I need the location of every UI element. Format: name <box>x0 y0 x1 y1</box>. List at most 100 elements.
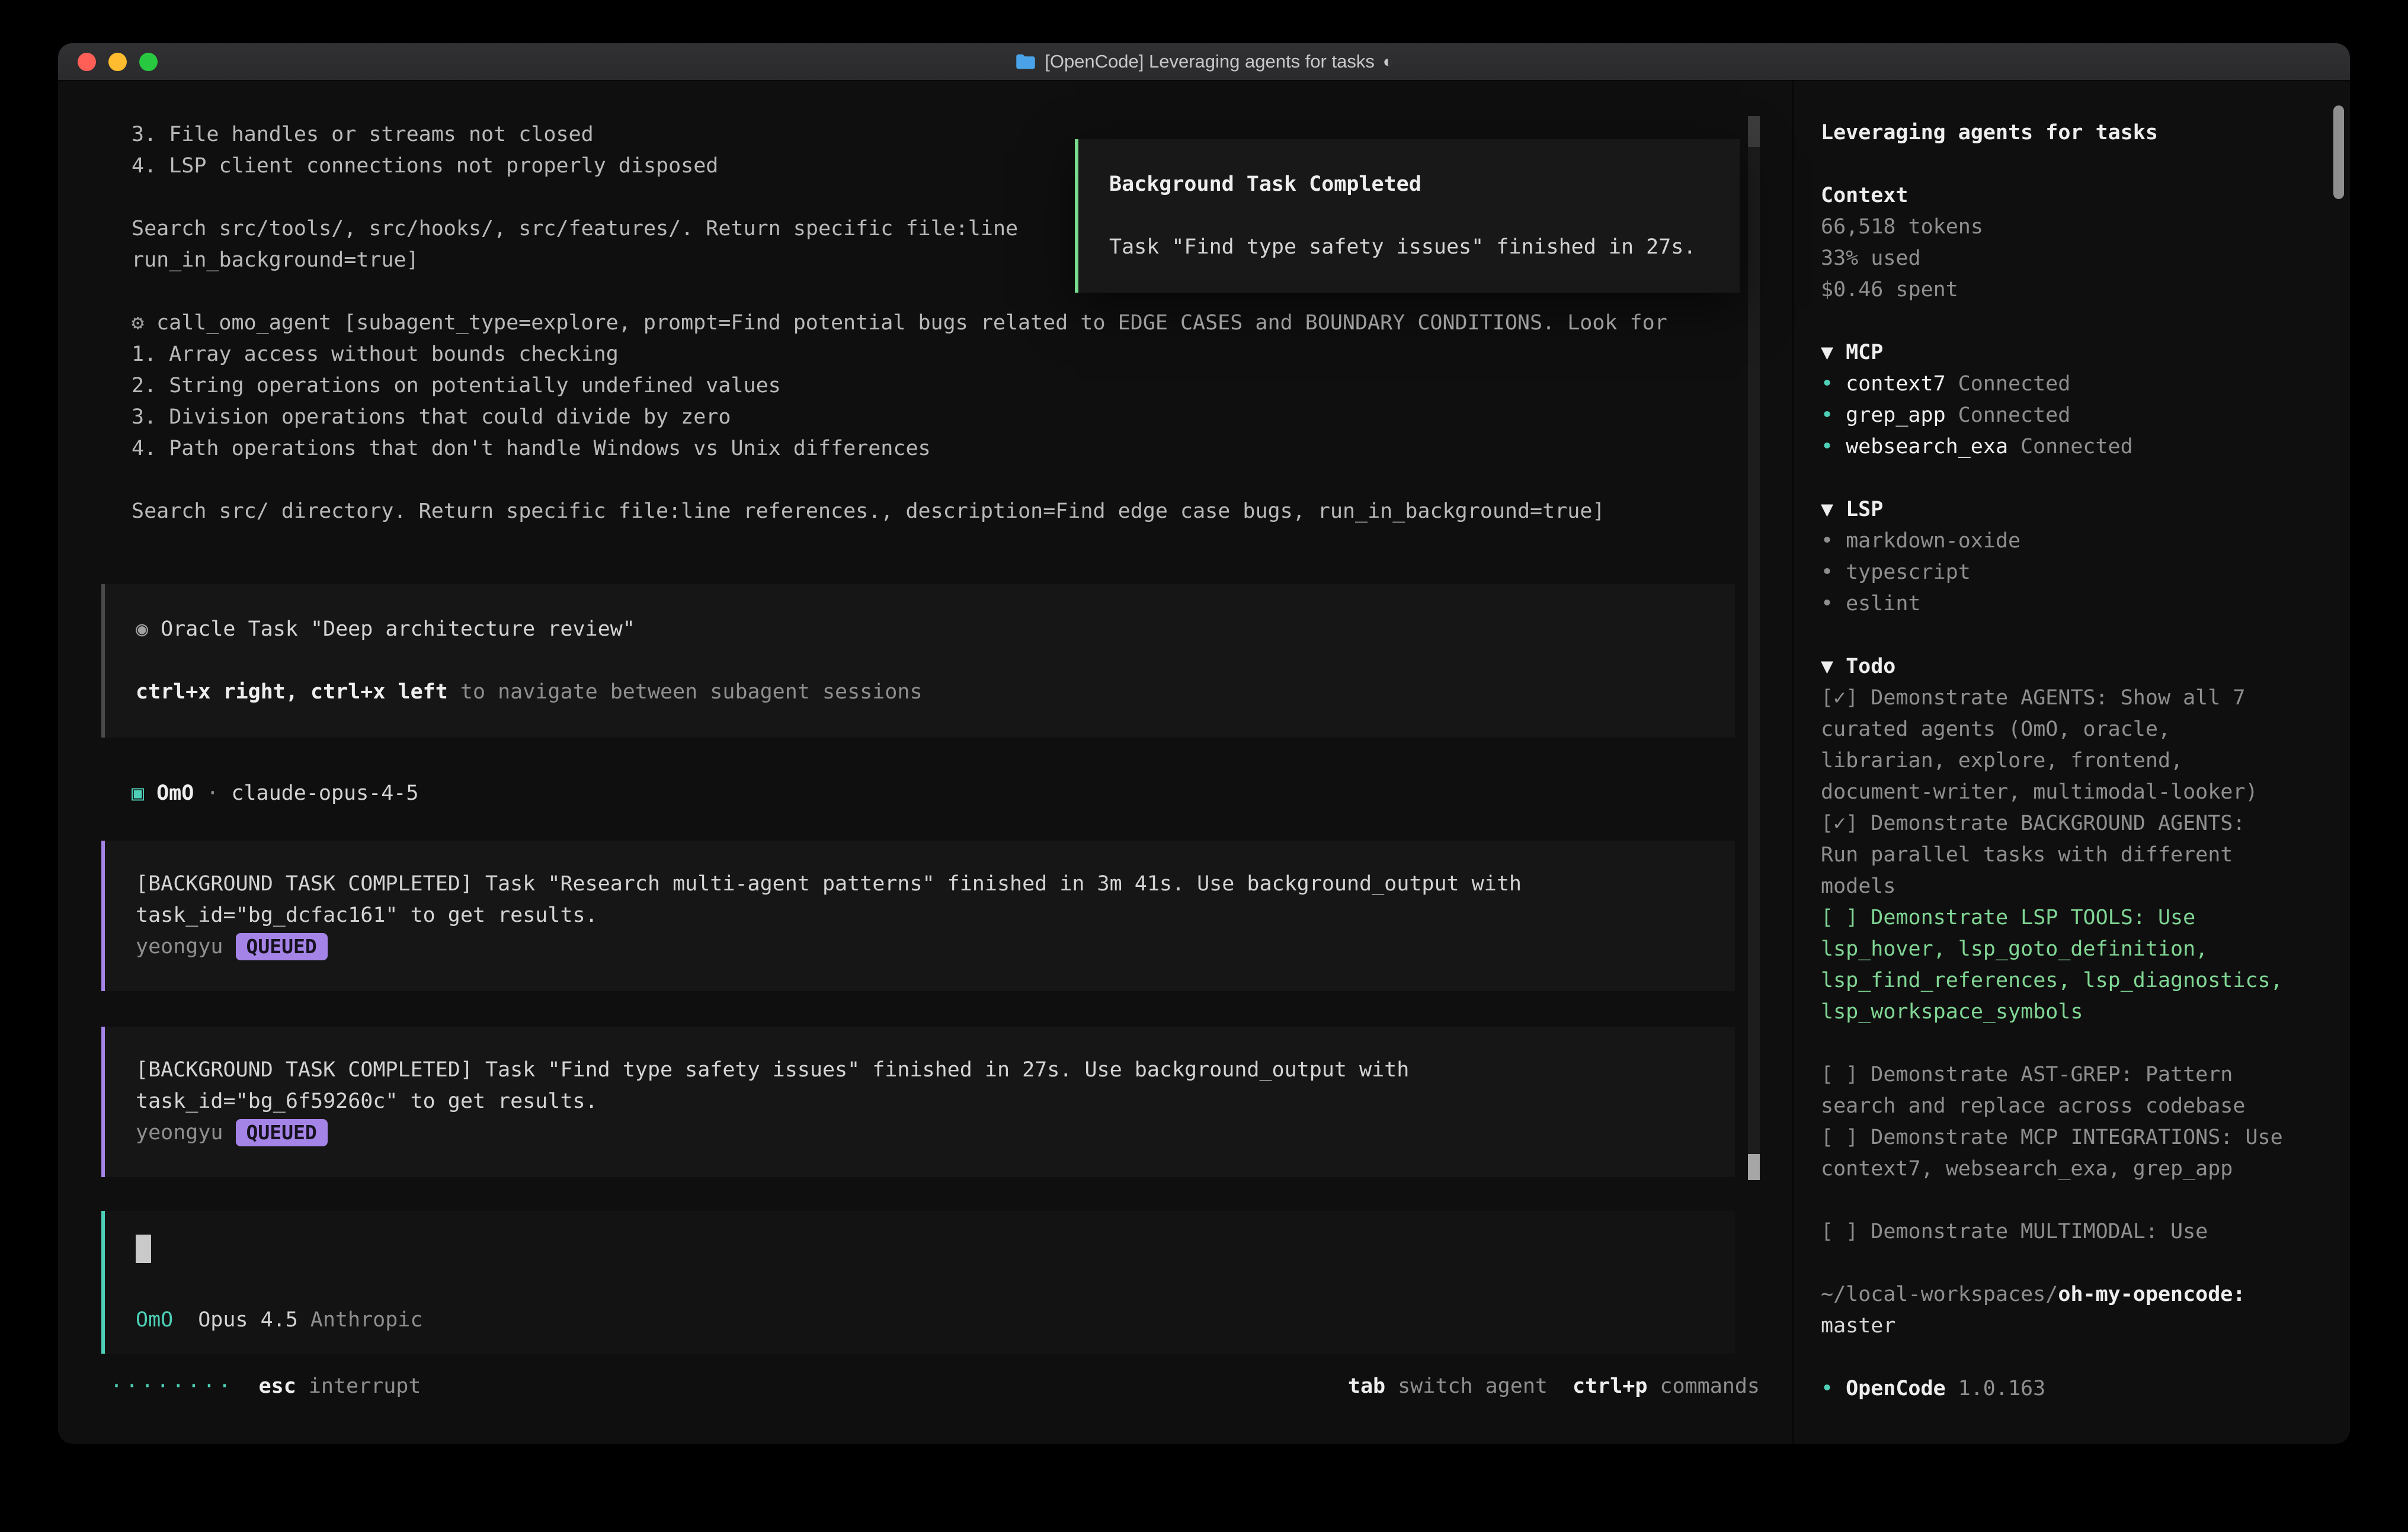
todo-checkbox: [ ] <box>1821 1063 1858 1086</box>
status-badge: QUEUED <box>236 1119 328 1146</box>
task-user: yeongyu <box>136 935 223 959</box>
background-task-message: [BACKGROUND TASK COMPLETED] Task "Resear… <box>101 841 1735 991</box>
todo-item: [ ] Demonstrate MCP INTEGRATIONS: Use co… <box>1821 1122 2292 1185</box>
sidebar-scrollbar-thumb[interactable] <box>2333 105 2344 199</box>
chevron-down-icon: ▼ <box>1821 498 1833 521</box>
esc-label: interrupt <box>309 1374 421 1398</box>
esc-key-hint: esc <box>259 1374 296 1398</box>
text-cursor <box>136 1235 151 1263</box>
minimize-button[interactable] <box>108 53 127 71</box>
todo-item: [ ] Demonstrate MULTIMODAL: Use <box>1821 1216 2292 1248</box>
bullet-icon: • <box>1821 592 1833 616</box>
mcp-item: •context7Connected <box>1821 368 2292 400</box>
agent-name: OmO <box>156 781 194 805</box>
chevron-down-icon: ▼ <box>1821 341 1833 364</box>
status-badge: QUEUED <box>236 933 328 960</box>
traffic-lights <box>78 53 158 71</box>
branch-name: master <box>1821 1314 1895 1338</box>
notification-title: Background Task Completed <box>1109 169 1722 200</box>
todo-item: [✓] Demonstrate BACKGROUND AGENTS: Run p… <box>1821 808 2292 902</box>
task-message-line: [BACKGROUND TASK COMPLETED] Task "Resear… <box>136 868 1711 900</box>
zoom-button[interactable] <box>139 53 158 71</box>
todo-item: [✓] Demonstrate AGENTS: Show all 7 curat… <box>1821 682 2292 808</box>
todo-text: Demonstrate AST-GREP: Pattern search and… <box>1821 1063 2245 1118</box>
prompt-input[interactable]: OmO Opus 4.5 Anthropic <box>101 1211 1735 1354</box>
background-task-message: [BACKGROUND TASK COMPLETED] Task "Find t… <box>101 1027 1735 1177</box>
bullet-icon: • <box>1821 372 1833 396</box>
todo-text: Demonstrate AGENTS: Show all 7 curated a… <box>1821 686 2258 804</box>
bullet-icon: • <box>1821 435 1833 459</box>
log-line: Search src/ directory. Return specific f… <box>58 496 1792 527</box>
titlebar: [OpenCode] Leveraging agents for tasks ◐ <box>58 43 2350 81</box>
recording-icon: ◐ <box>1383 52 1393 71</box>
todo-checkbox: [ ] <box>1821 1126 1858 1149</box>
log-line: 3. Division operations that could divide… <box>58 402 1792 433</box>
repo-name: oh-my-opencode: <box>2058 1283 2245 1306</box>
folder-icon <box>1015 53 1036 70</box>
close-button[interactable] <box>78 53 96 71</box>
statusbar-left: ········ esc interrupt <box>110 1371 421 1402</box>
app-name: OpenCode <box>1846 1377 1946 1400</box>
todo-checkbox: [ ] <box>1821 906 1858 930</box>
lsp-section-header[interactable]: ▼ LSP <box>1821 494 2292 525</box>
input-provider: Anthropic <box>310 1308 423 1332</box>
mcp-section-header[interactable]: ▼ MCP <box>1821 337 2292 368</box>
todo-checkbox: [✓] <box>1821 812 1858 835</box>
spinner: ········ <box>110 1374 234 1398</box>
gear-icon: ⚙ <box>132 311 144 335</box>
statusbar: ········ esc interrupt tab switch agent ctrl… <box>110 1371 1760 1402</box>
statusbar-right: tab switch agent ctrl+p commands <box>1348 1371 1760 1402</box>
mcp-item-name: grep_app <box>1846 403 1946 427</box>
hint-keys: ctrl+x right, ctrl+x left <box>136 680 448 704</box>
input-model-line: OmO Opus 4.5 Anthropic <box>136 1305 1711 1336</box>
log-line: 1. Array access without bounds checking <box>58 339 1792 370</box>
tool-call-text: call_omo_agent [subagent_type=explore, p… <box>156 311 1667 335</box>
bullet-icon: • <box>1821 529 1833 553</box>
agent-header: ▣OmO·claude-opus-4-5 <box>58 778 1792 809</box>
terminal-main: 3. File handles or streams not closed 4.… <box>58 81 1792 1444</box>
log-line: 4. Path operations that don't handle Win… <box>58 433 1792 464</box>
tab-key-hint: tab <box>1348 1374 1385 1398</box>
task-message-line: task_id="bg_6f59260c" to get results. <box>136 1086 1711 1117</box>
todo-text: Demonstrate MULTIMODAL: Use <box>1871 1220 2208 1243</box>
oracle-task-panel: ◉Oracle Task "Deep architecture review" … <box>101 584 1735 738</box>
opencode-version: • OpenCode 1.0.163 <box>1821 1373 2292 1405</box>
sidebar: Leveraging agents for tasks Context 66,5… <box>1792 81 2350 1444</box>
input-agent-name: OmO <box>136 1308 173 1332</box>
task-icon: ◉ <box>136 617 148 641</box>
notification-toast[interactable]: Background Task Completed Task "Find typ… <box>1075 139 1740 293</box>
mcp-item-status: Connected <box>2020 435 2133 459</box>
mcp-item: •grep_appConnected <box>1821 400 2292 431</box>
main-scrollbar[interactable] <box>1748 116 1760 1180</box>
scrollbar-thumb[interactable] <box>1748 1154 1760 1180</box>
task-message-line: task_id="bg_dcfac161" to get results. <box>136 900 1711 931</box>
cmd-label: commands <box>1660 1374 1760 1398</box>
input-line[interactable] <box>136 1235 1711 1263</box>
hint-text: to navigate between subagent sessions <box>448 680 923 704</box>
separator-dot: · <box>206 781 219 805</box>
todo-section-header[interactable]: ▼ Todo <box>1821 651 2292 682</box>
todo-heading: Todo <box>1846 655 1895 678</box>
input-model-name: Opus 4.5 <box>198 1308 298 1332</box>
chevron-down-icon: ▼ <box>1821 655 1833 678</box>
session-title: Leveraging agents for tasks <box>1821 117 2292 149</box>
window-title-text: [OpenCode] Leveraging agents for tasks <box>1045 51 1375 72</box>
lsp-item-name: eslint <box>1846 592 1920 616</box>
context-heading: Context <box>1821 180 2292 211</box>
todo-text: Demonstrate MCP INTEGRATIONS: Use contex… <box>1821 1126 2283 1181</box>
agent-model: claude-opus-4-5 <box>231 781 418 805</box>
tab-label: switch agent <box>1398 1374 1548 1398</box>
context-used: 33% used <box>1821 243 2292 274</box>
todo-item: [ ] Demonstrate AST-GREP: Pattern search… <box>1821 1059 2292 1122</box>
lsp-heading: LSP <box>1846 498 1883 521</box>
mcp-heading: MCP <box>1846 341 1883 364</box>
workspace-path: ~/local-workspaces/oh-my-opencode: maste… <box>1821 1279 2292 1342</box>
app-version: 1.0.163 <box>1958 1377 2046 1400</box>
todo-item-active: [ ] Demonstrate LSP TOOLS: Use lsp_hover… <box>1821 902 2292 1028</box>
mcp-item-name: context7 <box>1846 372 1946 396</box>
todo-text: Demonstrate BACKGROUND AGENTS: Run paral… <box>1821 812 2245 898</box>
mcp-item-status: Connected <box>1958 403 2071 427</box>
tool-call-line: ⚙ call_omo_agent [subagent_type=explore, … <box>58 307 1792 339</box>
bullet-icon: • <box>1821 1377 1833 1400</box>
cmd-key-hint: ctrl+p <box>1573 1374 1647 1398</box>
